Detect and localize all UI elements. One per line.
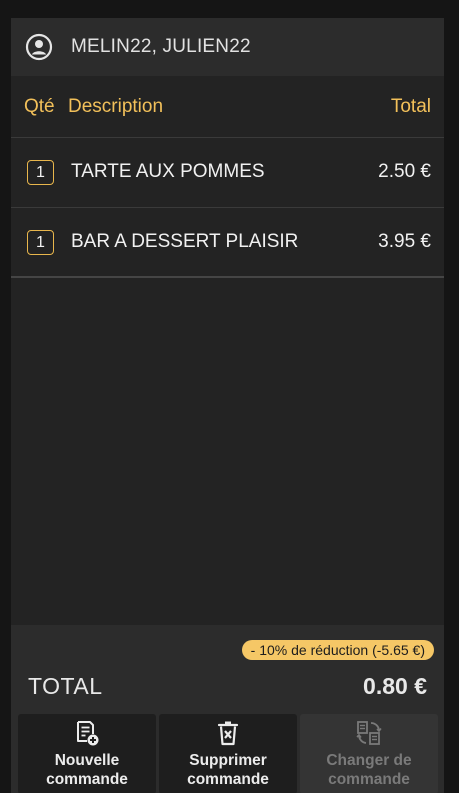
- total-column-header: Total: [390, 96, 431, 117]
- account-circle-icon: [25, 33, 53, 61]
- delete-order-label: Supprimer commande: [159, 751, 297, 789]
- quantity-badge[interactable]: 1: [27, 230, 54, 255]
- label-line: Nouvelle: [54, 752, 120, 769]
- new-order-label: Nouvelle commande: [18, 751, 156, 789]
- customer-bar[interactable]: MELIN22, JULIEN22: [11, 18, 444, 76]
- switch-order-button[interactable]: Changer de commande: [300, 714, 438, 793]
- discount-badge: - 10% de réduction (-5.65 €): [241, 640, 434, 660]
- label-line: commande: [46, 771, 128, 788]
- item-total: 2.50 €: [378, 161, 431, 182]
- label-line: Supprimer: [189, 752, 267, 769]
- item-description: TARTE AUX POMMES: [71, 161, 265, 182]
- order-table-header: Qté Description Total: [11, 76, 444, 138]
- total-label: TOTAL: [28, 673, 103, 699]
- order-line-item[interactable]: 1 BAR A DESSERT PLAISIR 3.95 €: [11, 208, 444, 278]
- new-order-button[interactable]: Nouvelle commande: [18, 714, 156, 793]
- delete-order-icon: [217, 721, 239, 746]
- item-description: BAR A DESSERT PLAISIR: [71, 231, 299, 252]
- delete-order-button[interactable]: Supprimer commande: [159, 714, 297, 793]
- total-value: 0.80 €: [363, 673, 427, 699]
- quantity-badge[interactable]: 1: [27, 160, 54, 185]
- description-column-header: Description: [68, 96, 164, 117]
- order-actions: Nouvelle commande Supprimer commande Cha…: [18, 714, 440, 793]
- order-panel: MELIN22, JULIEN22 Qté Description Total …: [11, 18, 444, 793]
- switch-order-label: Changer de commande: [300, 751, 438, 789]
- order-summary: - 10% de réduction (-5.65 €) TOTAL 0.80 …: [11, 625, 444, 793]
- label-line: commande: [187, 771, 269, 788]
- order-line-item[interactable]: 1 TARTE AUX POMMES 2.50 €: [11, 138, 444, 208]
- label-line: Changer de: [326, 752, 412, 769]
- new-order-icon: [77, 721, 99, 746]
- label-line: commande: [328, 771, 410, 788]
- item-total: 3.95 €: [378, 231, 431, 252]
- qty-column-header: Qté: [24, 96, 55, 117]
- customer-name: MELIN22, JULIEN22: [71, 36, 251, 57]
- switch-order-icon: [356, 721, 382, 745]
